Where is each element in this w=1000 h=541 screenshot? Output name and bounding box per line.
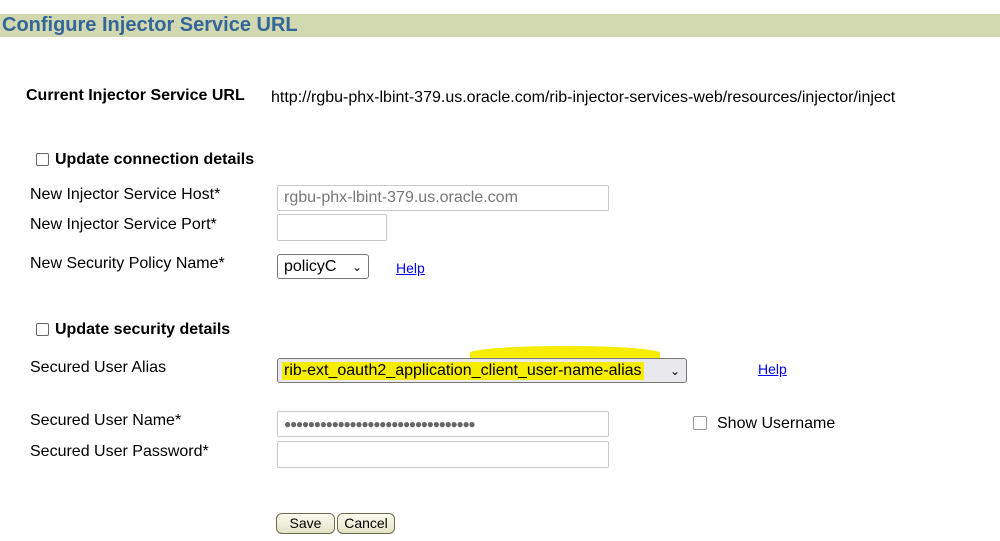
current-url-label: Current Injector Service URL — [26, 87, 245, 104]
policy-value: policyC — [284, 257, 337, 275]
alias-label: Secured User Alias — [30, 359, 167, 376]
alias-value: rib-ext_oauth2_application_client_user-n… — [282, 361, 644, 380]
save-button[interactable]: Save — [276, 513, 335, 534]
update-security-label: Update security details — [55, 321, 231, 338]
port-input[interactable] — [277, 214, 387, 241]
port-label: New Injector Service Port* — [30, 216, 217, 233]
update-connection-label: Update connection details — [55, 151, 255, 168]
current-url-value: http://rgbu-phx-lbint-379.us.oracle.com/… — [271, 89, 896, 106]
cancel-button[interactable]: Cancel — [337, 513, 395, 534]
password-input[interactable] — [277, 441, 609, 468]
page-title: Configure Injector Service URL — [2, 14, 298, 36]
host-label: New Injector Service Host* — [30, 186, 221, 203]
alias-help-link[interactable]: Help — [758, 361, 787, 377]
show-username-label: Show Username — [717, 415, 836, 432]
show-username-checkbox[interactable] — [693, 416, 707, 430]
policy-help-link[interactable]: Help — [396, 260, 425, 276]
host-input[interactable]: rgbu-phx-lbint-379.us.oracle.com — [277, 185, 609, 211]
chevron-down-icon: ⌄ — [669, 363, 680, 378]
alias-select[interactable]: rib-ext_oauth2_application_client_user-n… — [277, 358, 687, 383]
policy-select[interactable]: policyC ⌄ — [277, 254, 369, 279]
update-connection-checkbox[interactable] — [36, 153, 49, 166]
password-label: Secured User Password* — [30, 443, 209, 460]
chevron-down-icon: ⌄ — [351, 259, 362, 274]
update-security-checkbox[interactable] — [36, 323, 49, 336]
username-label: Secured User Name* — [30, 412, 182, 429]
policy-label: New Security Policy Name* — [30, 255, 225, 272]
username-input[interactable]: ●●●●●●●●●●●●●●●●●●●●●●●●●●●●●●●● — [277, 411, 609, 437]
